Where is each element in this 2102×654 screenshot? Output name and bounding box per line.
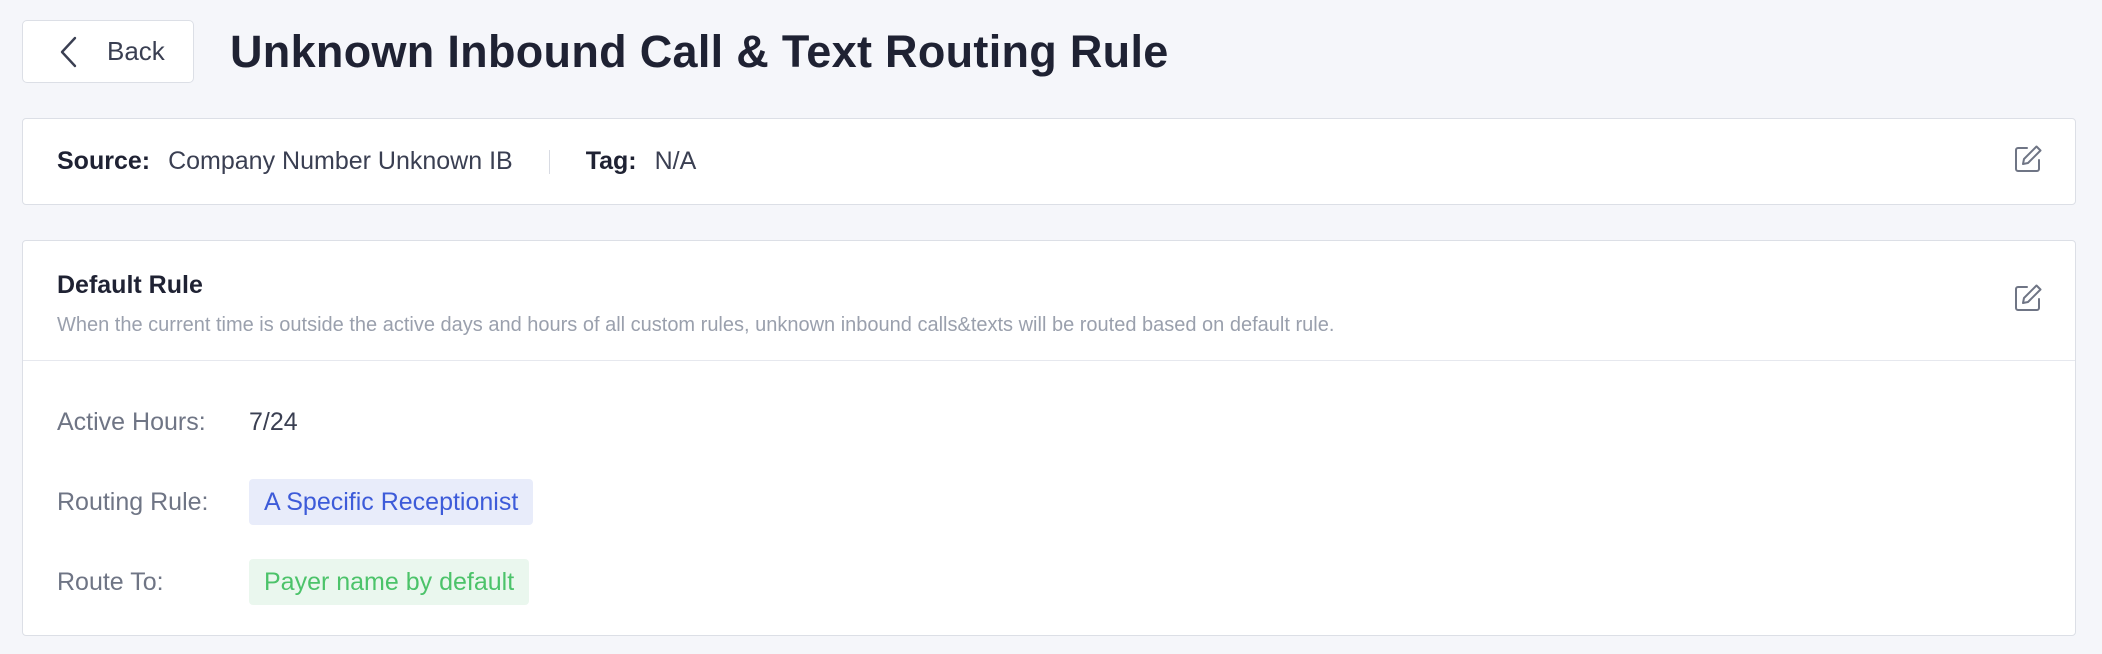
routing-rule-label: Routing Rule: — [57, 487, 209, 516]
route-to-tag: Payer name by default — [249, 559, 530, 605]
tag-value: N/A — [654, 147, 697, 175]
default-rule-header: Default Rule When the current time is ou… — [23, 241, 2075, 361]
default-rule-description: When the current time is outside the act… — [57, 314, 1335, 336]
routing-rule-tag: A Specific Receptionist — [249, 479, 534, 525]
source-card: Source: Company Number Unknown IB Tag: N… — [22, 118, 2076, 205]
edit-default-rule-button[interactable] — [2011, 283, 2045, 317]
back-button[interactable]: Back — [22, 20, 194, 83]
edit-icon — [2013, 144, 2043, 179]
default-rule-title: Default Rule — [57, 271, 203, 299]
active-hours-row: Active Hours: 7/24 — [57, 399, 2075, 445]
page: Back Unknown Inbound Call & Text Routing… — [0, 0, 2102, 654]
page-header: Back Unknown Inbound Call & Text Routing… — [22, 20, 1169, 83]
tag-label: Tag: — [585, 147, 637, 175]
route-to-row: Route To: Payer name by default — [57, 559, 2075, 605]
default-rule-body: Active Hours: 7/24 Routing Rule: A Speci… — [23, 361, 2075, 605]
active-hours-label: Active Hours: — [57, 407, 206, 436]
active-hours-value: 7/24 — [249, 407, 298, 436]
source-label: Source: — [57, 147, 151, 175]
default-rule-card: Default Rule When the current time is ou… — [22, 240, 2076, 636]
back-button-label: Back — [107, 36, 165, 66]
route-to-label: Route To: — [57, 567, 164, 596]
chevron-left-icon — [59, 35, 87, 69]
source-value: Company Number Unknown IB — [168, 147, 513, 175]
edit-source-button[interactable] — [2011, 145, 2045, 179]
divider — [548, 149, 550, 174]
routing-rule-row: Routing Rule: A Specific Receptionist — [57, 479, 2075, 525]
edit-icon — [2013, 283, 2043, 318]
page-title: Unknown Inbound Call & Text Routing Rule — [230, 25, 1169, 77]
